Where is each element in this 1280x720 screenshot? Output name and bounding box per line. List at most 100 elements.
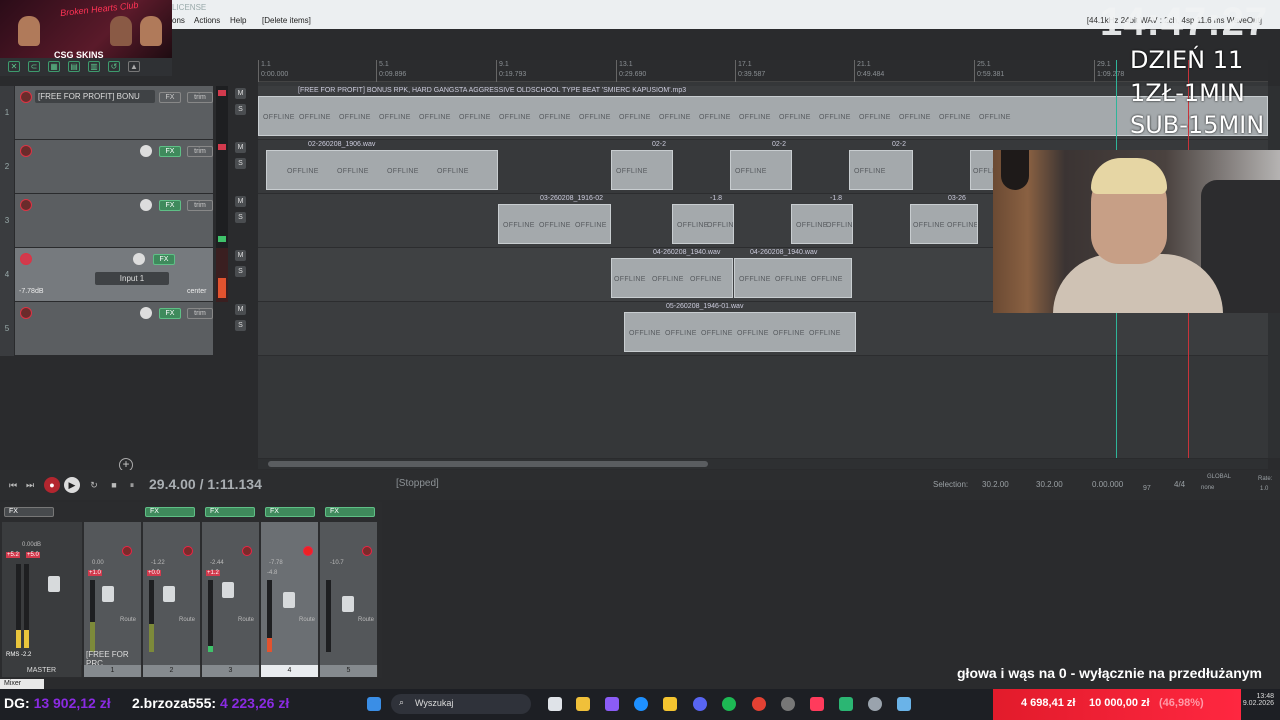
grid-icon[interactable]: ⊂ xyxy=(28,61,40,72)
chrome-icon[interactable] xyxy=(752,697,766,711)
track-3-header[interactable]: FX trim xyxy=(15,194,213,248)
record-arm-button[interactable] xyxy=(20,199,32,211)
strip-record-arm[interactable] xyxy=(242,546,252,556)
media-item[interactable]: OFFLINE xyxy=(849,150,913,190)
record-arm-button[interactable] xyxy=(20,145,32,157)
menu-help[interactable]: Help xyxy=(230,16,246,25)
trim-button[interactable]: trim xyxy=(187,308,213,319)
strip-fx-button[interactable]: FX xyxy=(265,507,315,517)
strip-number[interactable]: 5 xyxy=(320,665,378,677)
horizontal-scrollbar[interactable] xyxy=(258,459,1268,469)
track-2-header[interactable]: FX trim xyxy=(15,140,213,194)
master-strip[interactable]: 0.00dB +5.2 +5.0 RMS -2.2 xyxy=(2,522,82,665)
strip-fx-button[interactable]: FX xyxy=(145,507,195,517)
strip-record-arm[interactable] xyxy=(303,546,313,556)
selection-start[interactable]: 30.2.00 xyxy=(982,480,1009,489)
media-item[interactable]: OFFLINE OFFLINE OFFLINE xyxy=(611,258,733,298)
mute-button[interactable]: M xyxy=(235,142,246,153)
fx-button[interactable]: FX xyxy=(153,254,175,265)
bpm-value[interactable]: 97 xyxy=(1143,485,1151,492)
selection-end[interactable]: 30.2.00 xyxy=(1036,480,1063,489)
go-to-start-icon[interactable]: ⏮ xyxy=(5,477,21,493)
volume-knob[interactable] xyxy=(140,199,152,211)
loop-icon[interactable]: ↻ xyxy=(86,477,102,493)
input-selector[interactable]: Input 1 xyxy=(95,272,169,285)
fx-button[interactable]: FX xyxy=(159,92,181,103)
volume-knob[interactable] xyxy=(133,253,145,265)
trim-button[interactable]: trim xyxy=(187,200,213,211)
trim-button[interactable]: trim xyxy=(187,92,213,103)
cursor-tool-icon[interactable]: ✕ xyxy=(8,61,20,72)
menu-delete-items[interactable]: [Delete items] xyxy=(262,16,311,25)
strip-fader[interactable] xyxy=(283,592,295,608)
route-label[interactable]: Route xyxy=(238,617,254,623)
solo-button[interactable]: S xyxy=(235,320,246,331)
search-box[interactable]: ⌕ Wyszukaj xyxy=(391,694,531,714)
route-label[interactable]: Route xyxy=(299,617,315,623)
explorer-icon[interactable] xyxy=(663,697,677,711)
route-label[interactable]: Route xyxy=(358,617,374,623)
fx-button[interactable]: FX xyxy=(159,308,181,319)
mixer-strip-1[interactable]: 0.00 +1.0 [FREE FOR PRC Route xyxy=(84,522,142,668)
obs-icon[interactable] xyxy=(781,697,795,711)
scroll-thumb[interactable] xyxy=(268,461,708,467)
mixer-strip-2[interactable]: -1.22 +0.0 Route xyxy=(143,522,201,665)
record-button[interactable]: ● xyxy=(44,477,60,493)
strip-number[interactable]: 4 xyxy=(261,665,319,677)
record-arm-button[interactable] xyxy=(20,91,32,103)
store-icon[interactable] xyxy=(576,697,590,711)
global-mode[interactable]: none xyxy=(1201,485,1214,491)
fx-button[interactable]: FX xyxy=(159,146,181,157)
media-item[interactable]: OFFLINE OFFLINE OFFLINE xyxy=(734,258,852,298)
media-item[interactable]: OFFLINE OFFLINE xyxy=(672,204,734,244)
strip-fx-button[interactable]: FX xyxy=(205,507,255,517)
spotify-icon[interactable] xyxy=(722,697,736,711)
edge-icon[interactable] xyxy=(634,697,648,711)
strip-number[interactable]: 1 xyxy=(84,665,142,677)
notepad-icon[interactable] xyxy=(897,697,911,711)
time-signature[interactable]: 4/4 xyxy=(1174,480,1185,489)
strip-fader[interactable] xyxy=(342,596,354,612)
start-icon[interactable] xyxy=(367,697,381,711)
route-label[interactable]: Route xyxy=(179,617,195,623)
media-item[interactable]: OFFLINE xyxy=(730,150,792,190)
fx-button[interactable]: FX xyxy=(159,200,181,211)
media-item[interactable]: OFFLINE OFFLINE OFFLINE OFFLINE OFFLINE … xyxy=(624,312,856,352)
stop-button[interactable]: ■ xyxy=(106,477,122,493)
menu-options[interactable]: ons xyxy=(172,16,185,25)
mixer-strip-4[interactable]: -7.78 -4.8 Route xyxy=(261,522,319,665)
track-1-header[interactable]: [FREE FOR PROFIT] BONU FX trim xyxy=(15,86,213,140)
go-to-end-icon[interactable]: ⏭ xyxy=(22,477,38,493)
system-clock[interactable]: 13:48 9.02.2026 xyxy=(1243,693,1274,707)
discord-icon[interactable] xyxy=(693,697,707,711)
menu-actions[interactable]: Actions xyxy=(194,16,220,25)
media-item[interactable]: OFFLINE OFFLINE xyxy=(791,204,853,244)
media-item[interactable]: OFFLINE OFFLINE OFFLINE OFFLINE xyxy=(266,150,498,190)
mixer-strip-5[interactable]: -10.7 Route xyxy=(320,522,378,665)
mixer-strip-3[interactable]: -2.44 +1.2 Route xyxy=(202,522,260,665)
tiktok-icon[interactable] xyxy=(810,697,824,711)
solo-button[interactable]: S xyxy=(235,104,246,115)
media-item[interactable]: OFFLINE OFFLINE xyxy=(910,204,978,244)
solo-button[interactable]: S xyxy=(235,158,246,169)
master-fx-button[interactable]: FX xyxy=(4,507,54,517)
mixer-tab[interactable]: Mixer xyxy=(0,679,44,689)
lock-icon[interactable]: ▲ xyxy=(128,61,140,72)
trim-button[interactable]: trim xyxy=(187,146,213,157)
strip-record-arm[interactable] xyxy=(183,546,193,556)
master-fader[interactable] xyxy=(48,576,60,592)
mute-button[interactable]: M xyxy=(235,304,246,315)
route-label[interactable]: Route xyxy=(120,617,136,623)
pause-button[interactable]: ⏸ xyxy=(124,477,140,493)
track-name[interactable]: [FREE FOR PROFIT] BONU xyxy=(35,90,155,103)
task-view-icon[interactable] xyxy=(548,697,562,711)
volume-knob[interactable] xyxy=(140,145,152,157)
record-arm-button[interactable] xyxy=(20,253,32,265)
strip-number[interactable]: 3 xyxy=(202,665,260,677)
grouping-icon[interactable]: ▥ xyxy=(88,61,100,72)
track-5-header[interactable]: FX trim xyxy=(15,302,213,356)
strip-fader[interactable] xyxy=(163,586,175,602)
ripple-icon[interactable]: ▤ xyxy=(68,61,80,72)
copilot-icon[interactable] xyxy=(605,697,619,711)
track-4-header[interactable]: FX Input 1 -7.78dB center xyxy=(15,248,213,302)
